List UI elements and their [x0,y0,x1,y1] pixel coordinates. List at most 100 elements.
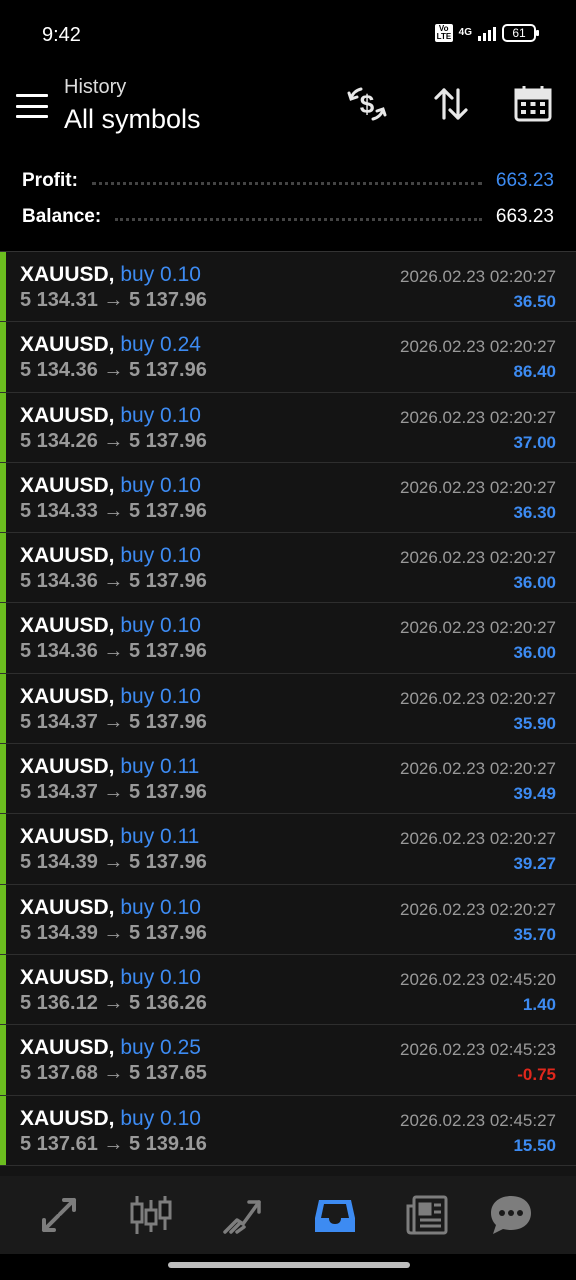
buy-marker [0,603,6,673]
status-icons: Vo LTE 4G 61 [434,24,539,42]
buy-marker [0,814,6,884]
trade-icon[interactable] [220,1192,266,1238]
deal-prices: 5 134.36 → 5 137.96 [20,359,207,382]
menu-icon[interactable] [16,94,48,118]
deal-row[interactable]: XAUUSD, buy 0.10 5 134.36 → 5 137.96 2026.… [0,603,576,674]
home-indicator[interactable] [168,1262,410,1268]
deal-prices: 5 134.39 → 5 137.96 [20,851,207,874]
deal-title: XAUUSD, buy 0.10 [20,474,201,498]
deal-title: XAUUSD, buy 0.10 [20,1107,201,1131]
deal-direction: buy 0.11 [120,825,200,849]
deal-row[interactable]: XAUUSD, buy 0.11 5 134.39 → 5 137.96 2026.… [0,814,576,885]
profit-label: Profit: [22,170,78,191]
news-icon[interactable] [404,1192,450,1238]
currency-exchange-icon[interactable]: $ [345,82,389,126]
deal-row[interactable]: XAUUSD, buy 0.11 5 134.37 → 5 137.96 2026.… [0,744,576,815]
deal-symbol: XAUUSD, [20,965,115,989]
battery-icon: 61 [502,24,539,42]
deal-row[interactable]: XAUUSD, buy 0.10 5 134.39 → 5 137.96 2026.… [0,884,576,955]
deal-time: 2026.02.23 02:45:20 [400,969,556,989]
deal-profit: 35.90 [513,713,556,733]
chat-icon[interactable] [488,1192,534,1238]
deal-row[interactable]: XAUUSD, buy 0.24 5 134.36 → 5 137.96 2026.… [0,322,576,393]
deal-direction: buy 0.10 [120,684,201,708]
deal-direction: buy 0.10 [120,544,201,568]
deal-row[interactable]: XAUUSD, buy 0.10 5 136.12 → 5 136.26 2026.… [0,954,576,1026]
buy-marker [0,533,6,603]
deal-title: XAUUSD, buy 0.10 [20,966,201,990]
deal-time: 2026.02.23 02:20:27 [400,477,556,497]
deal-list[interactable]: XAUUSD, buy 0.10 5 134.31 → 5 137.96 2026.… [0,251,576,1176]
network-type: 4G [458,27,472,38]
buy-marker [0,1095,6,1165]
deal-row[interactable]: XAUUSD, buy 0.10 5 134.37 → 5 137.96 2026.… [0,673,576,745]
deal-profit: 15.50 [513,1135,556,1155]
deal-prices: 5 134.36 → 5 137.96 [20,570,207,593]
deal-title: XAUUSD, buy 0.10 [20,685,201,709]
deal-symbol: XAUUSD, [20,895,115,919]
deal-direction: buy 0.10 [120,263,201,286]
deal-row[interactable]: XAUUSD, buy 0.10 5 134.26 → 5 137.96 2026.… [0,392,576,463]
dotted-leader [115,217,482,221]
deal-row[interactable]: XAUUSD, buy 0.10 5 134.33 → 5 137.96 2026.… [0,462,576,534]
status-bar: 9:42 Vo LTE 4G 61 [0,0,576,70]
deal-title: XAUUSD, buy 0.10 [20,404,201,428]
sort-icon[interactable] [429,82,473,126]
deal-time: 2026.02.23 02:20:27 [400,267,556,286]
deal-title: XAUUSD, buy 0.25 [20,1036,201,1060]
deal-direction: buy 0.10 [120,965,201,989]
page-title[interactable]: All symbols [64,104,201,135]
deal-symbol: XAUUSD, [20,263,115,286]
deal-title: XAUUSD, buy 0.10 [20,263,201,287]
balance-value: 663.23 [495,206,554,227]
deal-profit: 36.30 [513,502,556,522]
calendar-icon[interactable] [511,82,555,126]
deal-title: XAUUSD, buy 0.10 [20,544,201,568]
deal-row[interactable]: XAUUSD, buy 0.10 5 137.61 → 5 139.16 2026.… [0,1095,576,1166]
balance-row: Balance: 663.23 [22,202,554,232]
deal-time: 2026.02.23 02:20:27 [400,337,556,357]
deal-time: 2026.02.23 02:45:27 [400,1110,556,1130]
deal-time: 2026.02.23 02:20:27 [400,688,556,708]
svg-text:$: $ [360,89,375,119]
deal-row[interactable]: XAUUSD, buy 0.25 5 137.68 → 5 137.65 2026.… [0,1025,576,1096]
deal-row[interactable]: XAUUSD, buy 0.10 5 134.31 → 5 137.96 2026.… [0,252,576,323]
deal-title: XAUUSD, buy 0.24 [20,333,201,357]
deal-direction: buy 0.10 [120,895,201,919]
deal-symbol: XAUUSD, [20,684,115,708]
deal-symbol: XAUUSD, [20,825,115,849]
chart-icon[interactable] [128,1192,174,1238]
volte-badge: Vo LTE [434,24,453,42]
buy-marker [0,673,6,744]
deal-symbol: XAUUSD, [20,1036,115,1060]
deal-profit: 39.27 [513,854,556,874]
deal-time: 2026.02.23 02:45:23 [400,1040,556,1060]
buy-marker [0,322,6,392]
deal-direction: buy 0.10 [120,1106,201,1130]
profit-row: Profit: 663.23 [22,166,554,196]
deal-symbol: XAUUSD, [20,614,115,638]
deal-time: 2026.02.23 02:20:27 [400,899,556,919]
balance-label: Balance: [22,206,102,227]
deal-prices: 5 137.61 → 5 139.16 [20,1132,207,1155]
deal-time: 2026.02.23 02:20:27 [400,759,556,779]
deal-prices: 5 134.36 → 5 137.96 [20,640,207,663]
deal-time: 2026.02.23 02:20:27 [400,407,556,427]
deal-profit: 36.00 [513,643,556,663]
deal-prices: 5 134.37 → 5 137.96 [20,781,207,804]
buy-marker [0,252,6,322]
deal-profit: 37.00 [513,432,556,452]
deal-row[interactable]: XAUUSD, buy 0.10 5 134.36 → 5 137.96 2026.… [0,533,576,604]
buy-marker [0,884,6,954]
quotes-icon[interactable] [36,1192,82,1238]
buy-marker [0,744,6,814]
deal-prices: 5 134.37 → 5 137.96 [20,710,207,733]
deal-profit: 35.70 [513,924,556,944]
app-header: History All symbols $ [0,70,576,160]
page-subtitle: History [64,76,127,98]
deal-time: 2026.02.23 02:20:27 [400,618,556,638]
deal-title: XAUUSD, buy 0.11 [20,825,199,849]
status-time: 9:42 [42,24,81,46]
history-icon[interactable] [312,1192,358,1238]
deal-prices: 5 137.68 → 5 137.65 [20,1062,207,1085]
